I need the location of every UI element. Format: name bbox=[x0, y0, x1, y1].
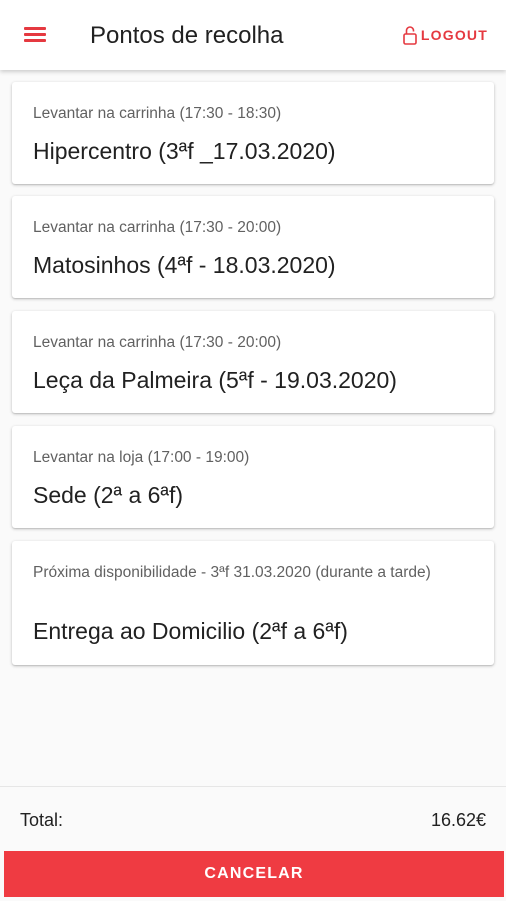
pickup-point-title: Leça da Palmeira (5ªf - 19.03.2020) bbox=[33, 367, 397, 393]
pickup-point-card[interactable]: Levantar na loja (17:00 - 19:00) Sede (2… bbox=[12, 426, 494, 528]
page-title: Pontos de recolha bbox=[90, 22, 284, 49]
pickup-point-card[interactable]: Próxima disponibilidade - 3ªf 31.03.2020… bbox=[12, 541, 494, 665]
pickup-point-card[interactable]: Levantar na carrinha (17:30 - 18:30) Hip… bbox=[12, 82, 494, 184]
pickup-point-card[interactable]: Levantar na carrinha (17:30 - 20:00) Leç… bbox=[12, 311, 494, 413]
pickup-point-title: Hipercentro (3ªf _17.03.2020) bbox=[33, 138, 336, 164]
pickup-point-title: Entrega ao Domicilio (2ªf a 6ªf) bbox=[33, 618, 348, 644]
pickup-point-card[interactable]: Levantar na carrinha (17:30 - 20:00) Mat… bbox=[12, 196, 494, 298]
pickup-point-subtitle: Levantar na carrinha (17:30 - 20:00) bbox=[33, 219, 282, 236]
pickup-point-subtitle: Próxima disponibilidade - 3ªf 31.03.2020… bbox=[33, 564, 431, 581]
pickup-point-title: Matosinhos (4ªf - 18.03.2020) bbox=[33, 252, 336, 278]
checkout-footer: Total: 16.62€ CANCELAR bbox=[0, 786, 506, 901]
app-bar: Pontos de recolha LOGOUT bbox=[0, 0, 506, 70]
pickup-point-title: Sede (2ª a 6ªf) bbox=[33, 482, 183, 508]
logout-button[interactable]: LOGOUT bbox=[403, 24, 488, 46]
menu-icon[interactable] bbox=[22, 24, 48, 46]
cancel-button[interactable]: CANCELAR bbox=[4, 851, 504, 897]
pickup-point-subtitle: Levantar na loja (17:00 - 19:00) bbox=[33, 449, 250, 466]
logout-label: LOGOUT bbox=[420, 27, 488, 43]
lock-open-icon bbox=[403, 26, 417, 45]
pickup-point-subtitle: Levantar na carrinha (17:30 - 18:30) bbox=[33, 105, 282, 122]
total-label: Total: bbox=[20, 810, 64, 830]
pickup-point-subtitle: Levantar na carrinha (17:30 - 20:00) bbox=[33, 334, 282, 351]
total-value: 16.62€ bbox=[430, 810, 486, 830]
